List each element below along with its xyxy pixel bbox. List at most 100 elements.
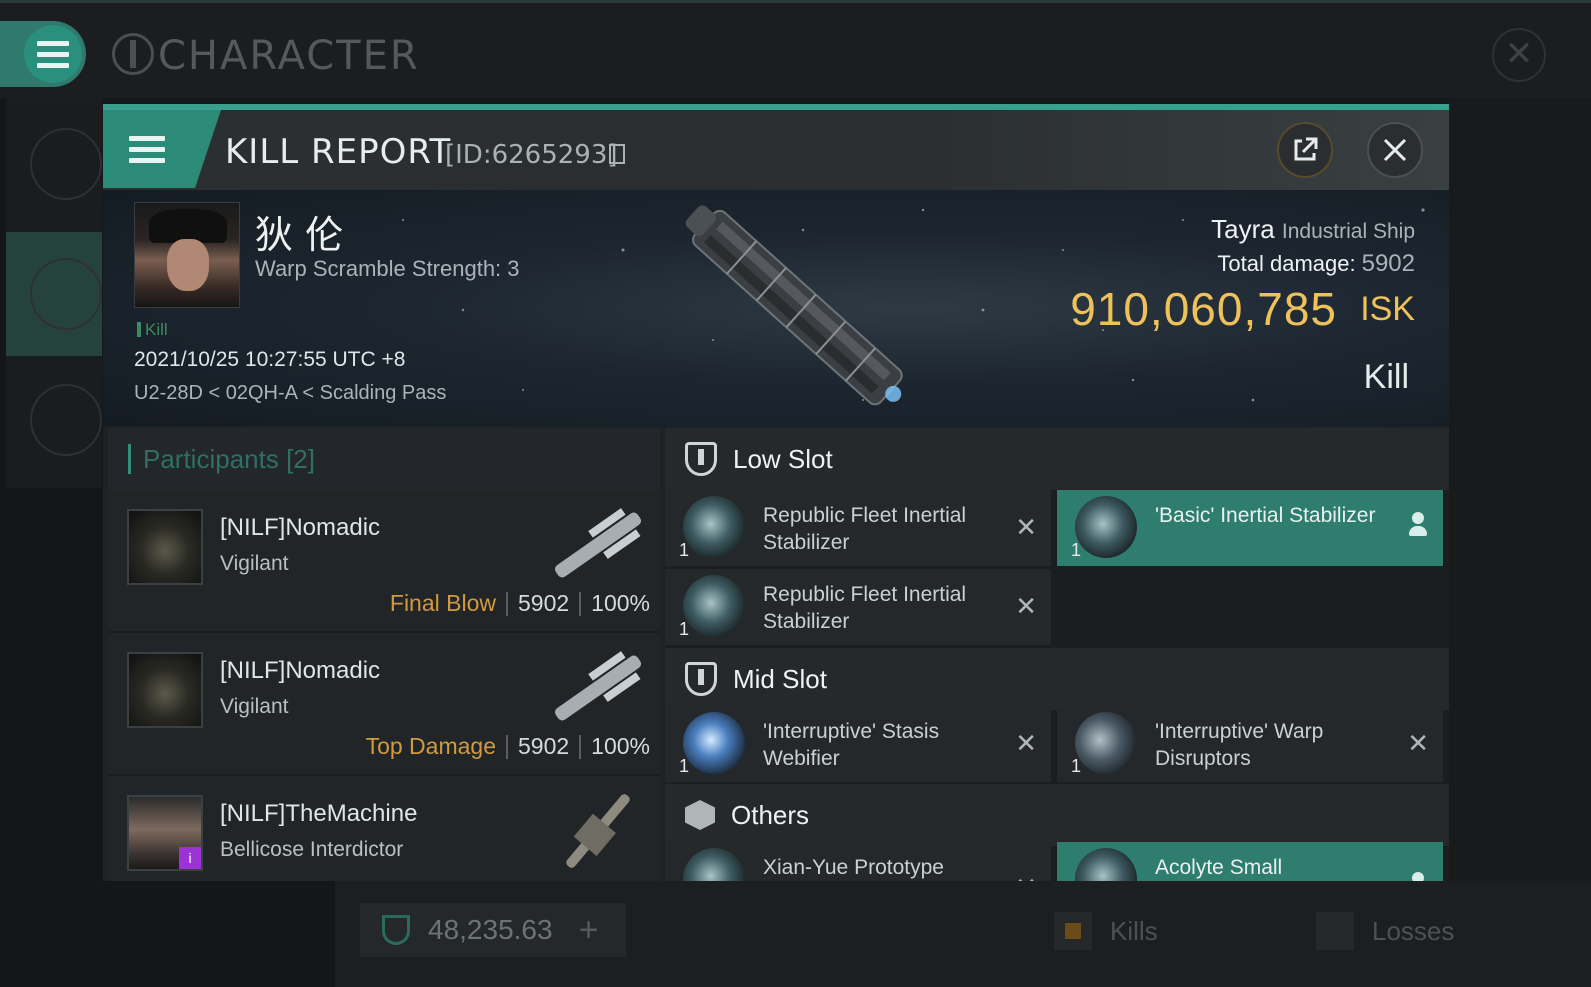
ship-name[interactable]: Tayra Industrial Ship [1211, 214, 1415, 245]
interdictor-ship-icon [566, 794, 630, 868]
destroyed-icon: ✕ [1015, 728, 1037, 758]
top-damage-tag: Top Damage [365, 733, 496, 759]
participant-ship: Vigilant [220, 552, 289, 575]
item-quantity: 1 [679, 619, 690, 639]
fitted-item[interactable]: 1 'Interruptive' Warp Disruptors ✕ [1057, 706, 1443, 782]
inertial-stabilizer-icon [683, 575, 745, 637]
participant-avatar[interactable] [127, 652, 203, 728]
character-icon [112, 33, 154, 75]
fitted-item-dropped[interactable]: 1 'Basic' Inertial Stabilizer [1057, 490, 1443, 566]
isk-unit: ISK [1360, 290, 1415, 328]
item-name: Republic Fleet Inertial Stabilizer [763, 583, 967, 633]
hamburger-icon [129, 135, 165, 163]
wallet-value: 48,235.63 [428, 914, 553, 945]
crossed-swords-icon[interactable] [30, 258, 102, 330]
participants-header[interactable]: Participants [2] [108, 428, 660, 490]
kill-report-id: [ID:6265293] [445, 140, 618, 170]
losses-legend: Losses [1316, 912, 1454, 950]
participant-percent: 100% [591, 590, 650, 616]
victim-name[interactable]: 狄 伦 [255, 204, 343, 259]
inertial-stabilizer-icon [683, 496, 745, 558]
participant-avatar[interactable]: i [127, 795, 203, 871]
kills-legend: Kills [1054, 912, 1158, 950]
close-icon [1383, 138, 1407, 162]
isk-value: 910,060,785 [1070, 283, 1337, 335]
participant-stats: Top Damage 5902 100% [366, 733, 650, 760]
other-item[interactable]: Xian-Yue Prototype ✕ [665, 842, 1051, 881]
item-name: Republic Fleet Inertial Stabilizer [763, 504, 967, 554]
mid-slot-label: Mid Slot [733, 663, 827, 694]
low-slot-label: Low Slot [733, 443, 833, 474]
kill-tag: Kill [137, 320, 168, 340]
wallet-shield-icon [382, 915, 410, 945]
fitted-item[interactable]: 1 Republic Fleet Inertial Stabilizer ✕ [665, 569, 1051, 645]
other-item-dropped[interactable]: Acolyte Small [1057, 842, 1443, 881]
stasis-webifier-icon [683, 712, 745, 774]
inertial-stabilizer-icon [1075, 496, 1137, 558]
participant-ship: Bellicose Interdictor [220, 838, 404, 861]
total-damage: Total damage: 5902 [1217, 250, 1415, 277]
item-quantity: 1 [1071, 756, 1082, 776]
others-label: Others [731, 799, 810, 830]
sidebar-list-icon[interactable] [30, 128, 102, 200]
kill-report-title: KILL REPORT [225, 132, 452, 172]
others-header: Others [665, 784, 1449, 846]
low-slot-icon [685, 442, 717, 476]
item-name: 'Interruptive' Stasis Webifier [763, 720, 940, 770]
mid-slot-icon [685, 662, 717, 696]
warp-scramble-strength: Warp Scramble Strength: 3 [255, 256, 520, 281]
background-right-area [1449, 98, 1591, 881]
external-link-icon [1294, 137, 1318, 161]
kill-report-header: KILL REPORT [ID:6265293] [103, 110, 1449, 190]
kill-location[interactable]: U2-28D < 02QH-A < Scalding Pass [134, 382, 446, 405]
vigilant-ship-icon [554, 651, 642, 721]
final-blow-tag: Final Blow [389, 590, 496, 616]
item-name: 'Interruptive' Warp Disruptors [1155, 720, 1324, 770]
plus-icon[interactable]: + [579, 911, 599, 950]
participant-name: [NILF]Nomadic [220, 657, 381, 684]
participant-name: [NILF]Nomadic [220, 514, 381, 541]
kill-report-panel: KILL REPORT [ID:6265293] 狄 伦 Warp Scramb… [103, 104, 1449, 881]
participant-row[interactable]: [NILF]Nomadic Vigilant Top Damage 5902 1… [108, 633, 660, 776]
star-icon[interactable] [30, 384, 102, 456]
destroyed-icon: ✕ [1407, 728, 1429, 758]
kill-result: Kill [1363, 358, 1409, 396]
wallet-widget[interactable]: 48,235.63 + [360, 903, 626, 957]
fitted-item[interactable]: 1 Republic Fleet Inertial Stabilizer ✕ [665, 490, 1051, 566]
participant-percent: 100% [591, 733, 650, 759]
kill-time: 2021/10/25 10:27:55 UTC +8 [134, 348, 406, 371]
fitted-item[interactable]: 1 'Interruptive' Stasis Webifier ✕ [665, 706, 1051, 782]
item-name: 'Basic' Inertial Stabilizer [1155, 504, 1376, 527]
person-icon [1409, 872, 1427, 881]
item-quantity: 1 [679, 540, 690, 560]
close-button[interactable] [1367, 122, 1423, 178]
destroyed-icon: ✕ [1015, 872, 1037, 881]
victim-portrait[interactable] [134, 202, 240, 308]
kills-swatch [1054, 912, 1092, 950]
participant-avatar[interactable] [127, 509, 203, 585]
participant-name: [NILF]TheMachine [220, 800, 418, 827]
item-name: Xian-Yue Prototype [763, 856, 944, 879]
close-character-button[interactable]: ✕ [1492, 28, 1546, 82]
fitting-panel: Low Slot 1 Republic Fleet Inertial Stabi… [665, 428, 1449, 881]
ship-image[interactable] [643, 190, 943, 420]
main-menu-button[interactable] [0, 21, 86, 87]
person-icon [1409, 512, 1427, 540]
participants-list: Participants [2] [NILF]Nomadic Vigilant … [108, 428, 660, 881]
warp-disruptor-icon [1075, 712, 1137, 774]
implant-icon [683, 848, 745, 881]
share-button[interactable] [1277, 122, 1333, 178]
losses-swatch [1316, 912, 1354, 950]
cargo-cube-icon [685, 800, 715, 830]
copy-icon[interactable] [609, 144, 625, 164]
losses-label: Losses [1372, 915, 1455, 946]
hamburger-icon [37, 40, 69, 68]
kill-report-menu-button[interactable] [103, 110, 221, 188]
participant-damage: 5902 [518, 590, 570, 616]
participant-row[interactable]: i [NILF]TheMachine Bellicose Interdictor [108, 776, 660, 881]
participant-stats: Final Blow 5902 100% [390, 590, 650, 617]
participant-row[interactable]: [NILF]Nomadic Vigilant Final Blow 5902 1… [108, 490, 660, 633]
info-badge: i [179, 847, 201, 869]
drone-icon [1075, 848, 1137, 881]
item-quantity: 1 [1071, 540, 1082, 560]
